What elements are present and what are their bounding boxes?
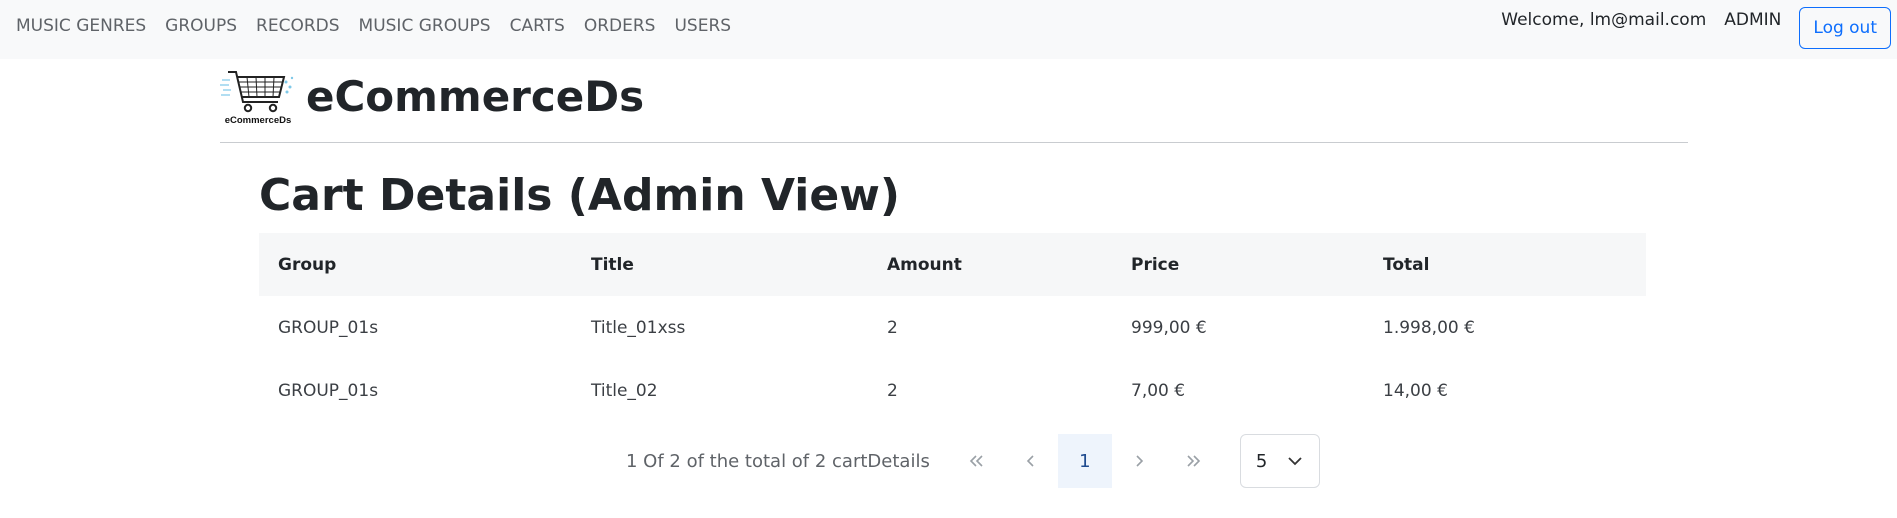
nav-link-orders[interactable]: ORDERS — [584, 16, 656, 36]
table-header-row: Group Title Amount Price Total — [259, 233, 1646, 296]
column-header-group: Group — [259, 233, 572, 296]
welcome-text: Welcome, lm@mail.com — [1501, 10, 1707, 30]
user-role-label: ADMIN — [1724, 10, 1782, 30]
cell-group: GROUP_01s — [278, 380, 379, 401]
chevron-left-icon — [1026, 455, 1034, 467]
next-page-button[interactable] — [1112, 434, 1166, 488]
cell-price: 7,00 € — [1131, 380, 1186, 401]
column-header-amount: Amount — [868, 233, 1112, 296]
pagination-info: 1 Of 2 of the total of 2 cartDetails — [626, 450, 930, 472]
nav-link-music-groups[interactable]: MUSIC GROUPS — [359, 16, 491, 36]
logout-button[interactable]: Log out — [1799, 7, 1891, 49]
nav-link-carts[interactable]: CARTS — [510, 16, 565, 36]
user-area: Welcome, lm@mail.com ADMIN Log out — [1501, 7, 1891, 49]
pagination: 1 Of 2 of the total of 2 cartDetails 1 5 — [626, 434, 1320, 488]
logo-text: eCommerceDs — [225, 115, 292, 126]
chevron-right-icon — [1136, 455, 1143, 467]
nav-link-users[interactable]: USERS — [674, 16, 731, 36]
page-size-value: 5 — [1255, 450, 1268, 472]
double-chevron-right-icon — [1187, 455, 1200, 467]
cell-title: Title_01xss — [591, 317, 686, 338]
table-row: GROUP_01s Title_02 2 7,00 € 14,00 € — [259, 359, 1646, 422]
cell-total: 14,00 € — [1383, 380, 1448, 401]
brand-header: eCommerceDs eCommerceDs — [220, 66, 644, 126]
page-title: Cart Details (Admin View) — [259, 170, 900, 221]
nav-link-groups[interactable]: GROUPS — [165, 16, 237, 36]
previous-page-button[interactable] — [1004, 434, 1058, 488]
page-size-select[interactable]: 5 — [1239, 434, 1320, 488]
brand-name[interactable]: eCommerceDs — [306, 72, 644, 121]
table-row: GROUP_01s Title_01xss 2 999,00 € 1.998,0… — [259, 296, 1646, 359]
chevron-down-icon — [1288, 457, 1302, 466]
cell-title: Title_02 — [591, 380, 658, 401]
cart-details-table: Group Title Amount Price Total GROUP_01s… — [259, 233, 1646, 422]
cell-price: 999,00 € — [1131, 317, 1207, 338]
nav-link-records[interactable]: RECORDS — [256, 16, 340, 36]
column-header-price: Price — [1112, 233, 1364, 296]
header-divider — [220, 142, 1688, 143]
nav-links: MUSIC GENRES GROUPS RECORDS MUSIC GROUPS… — [16, 16, 750, 36]
column-header-title: Title — [572, 233, 868, 296]
cell-amount: 2 — [887, 317, 898, 338]
double-chevron-left-icon — [969, 455, 983, 467]
top-navbar: MUSIC GENRES GROUPS RECORDS MUSIC GROUPS… — [0, 0, 1897, 59]
current-page-button[interactable]: 1 — [1057, 434, 1112, 488]
cell-amount: 2 — [887, 380, 898, 401]
column-header-total: Total — [1364, 233, 1646, 296]
nav-link-music-genres[interactable]: MUSIC GENRES — [16, 16, 146, 36]
last-page-button[interactable] — [1166, 434, 1220, 488]
shopping-cart-logo-icon: eCommerceDs — [220, 71, 294, 126]
first-page-button[interactable] — [950, 434, 1004, 488]
cell-total: 1.998,00 € — [1383, 317, 1475, 338]
cell-group: GROUP_01s — [278, 317, 379, 338]
